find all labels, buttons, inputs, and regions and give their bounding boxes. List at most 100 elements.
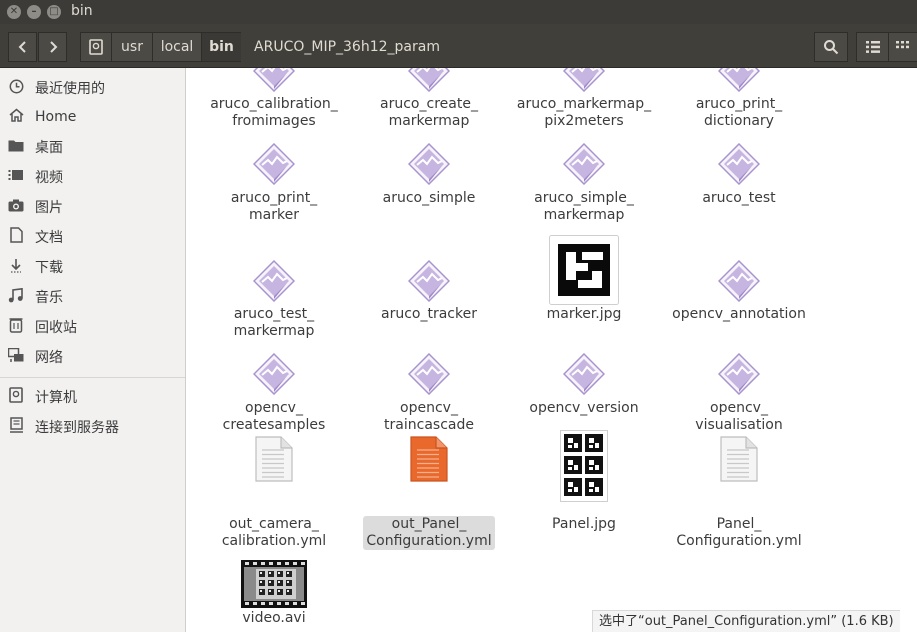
- file-name-text: aruco_tracker: [381, 306, 477, 322]
- sidebar-item-desktop[interactable]: 桌面: [0, 133, 185, 161]
- file-name: aruco_simple_ markermap: [509, 190, 659, 224]
- sidebar-item-home[interactable]: Home: [0, 103, 185, 131]
- executable-icon: [252, 142, 296, 189]
- sidebar-item-label: 回收站: [35, 320, 77, 336]
- sidebar-item-computer[interactable]: 计算机: [0, 383, 185, 411]
- breadcrumb-bin[interactable]: bin: [201, 32, 242, 62]
- file-name-text: marker.jpg: [546, 306, 622, 322]
- sidebar-item-label: Home: [35, 109, 77, 125]
- sidebar-item-label: 文档: [35, 230, 63, 246]
- maximize-window-button[interactable]: □: [47, 5, 61, 19]
- file-name: aruco_tracker: [354, 306, 504, 323]
- text-file-icon: [255, 436, 293, 486]
- toolbar: usr local bin ARUCO_MIP_36h12_param: [0, 24, 917, 68]
- video-file-icon: [241, 560, 307, 612]
- minimize-window-button[interactable]: –: [27, 5, 41, 19]
- search-icon: [824, 40, 839, 55]
- sidebar-item-label: 网络: [35, 350, 63, 366]
- file-name-text: Panel_ Configuration.yml: [676, 516, 802, 549]
- window-title: bin: [71, 3, 93, 19]
- breadcrumb-local[interactable]: local: [152, 32, 202, 62]
- file-name: aruco_calibration_ fromimages: [199, 96, 349, 130]
- executable-icon: [717, 259, 761, 306]
- executable-icon: [407, 68, 451, 96]
- sidebar-item-trash[interactable]: 回收站: [0, 313, 185, 341]
- file-name-text: opencv_ traincascade: [384, 400, 474, 433]
- file-name: opencv_annotation: [664, 306, 814, 323]
- executable-icon: [717, 68, 761, 96]
- file-name-text: aruco_print_ marker: [230, 190, 318, 223]
- chevron-left-icon: [18, 41, 26, 53]
- text-file-icon: [720, 436, 758, 486]
- file-name: aruco_markermap_ pix2meters: [509, 96, 659, 130]
- file-name-text: aruco_simple: [382, 190, 476, 206]
- file-name-text: out_Panel_ Configuration.yml: [363, 516, 495, 550]
- file-name: aruco_create_ markermap: [354, 96, 504, 130]
- file-name: opencv_ visualisation: [664, 400, 814, 434]
- file-name-text: video.avi: [242, 610, 306, 626]
- file-name-text: opencv_ createsamples: [222, 400, 326, 433]
- file-name-text: aruco_test_ markermap: [233, 306, 315, 339]
- sidebar: 最近使用的 Home 桌面 视频 图片 文档 下载 音乐 回收站 网络 计算机: [0, 68, 186, 632]
- file-name: aruco_simple: [354, 190, 504, 207]
- trash-icon: [8, 317, 24, 337]
- list-view-button[interactable]: [856, 32, 889, 62]
- file-name: aruco_test: [664, 190, 814, 207]
- sidebar-item-videos[interactable]: 视频: [0, 163, 185, 191]
- forward-button[interactable]: [38, 32, 67, 62]
- executable-icon: [717, 142, 761, 189]
- sidebar-item-label: 图片: [35, 200, 63, 216]
- sidebar-item-label: 视频: [35, 170, 63, 186]
- download-icon: [8, 258, 24, 277]
- file-name: Panel.jpg: [509, 516, 659, 533]
- back-button[interactable]: [8, 32, 37, 62]
- sidebar-item-music[interactable]: 音乐: [0, 283, 185, 311]
- server-icon: [8, 417, 24, 437]
- sidebar-separator: [0, 377, 185, 378]
- computer-icon: [8, 387, 24, 407]
- executable-icon: [252, 68, 296, 96]
- sidebar-item-network[interactable]: 网络: [0, 343, 185, 371]
- sidebar-item-pictures[interactable]: 图片: [0, 193, 185, 221]
- file-name: out_Panel_ Configuration.yml: [354, 516, 504, 550]
- breadcrumb-usr[interactable]: usr: [111, 32, 153, 62]
- executable-icon: [562, 68, 606, 96]
- sidebar-item-recent[interactable]: 最近使用的: [0, 74, 185, 102]
- executable-icon: [407, 259, 451, 306]
- file-name-text: Panel.jpg: [552, 516, 616, 532]
- file-name: opencv_version: [509, 400, 659, 417]
- folder-icon: [8, 139, 24, 156]
- file-name: opencv_ traincascade: [354, 400, 504, 434]
- video-icon: [8, 169, 24, 185]
- file-name-text: opencv_version: [529, 400, 639, 416]
- grid-view-button[interactable]: [888, 32, 917, 62]
- sidebar-item-documents[interactable]: 文档: [0, 223, 185, 251]
- disk-crumb-button[interactable]: [80, 32, 112, 62]
- file-name: aruco_print_ marker: [199, 190, 349, 224]
- file-name-text: aruco_create_ markermap: [380, 96, 478, 129]
- file-name: opencv_ createsamples: [199, 400, 349, 434]
- search-button[interactable]: [814, 32, 848, 62]
- file-name: aruco_print_ dictionary: [664, 96, 814, 130]
- file-name: Panel_ Configuration.yml: [664, 516, 814, 550]
- sidebar-item-downloads[interactable]: 下载: [0, 253, 185, 281]
- sidebar-item-connect-server[interactable]: 连接到服务器: [0, 413, 185, 441]
- close-window-button[interactable]: ✕: [7, 5, 21, 19]
- disk-icon: [89, 39, 103, 55]
- music-icon: [8, 287, 24, 307]
- file-name: marker.jpg: [509, 306, 659, 323]
- file-name: out_camera_ calibration.yml: [199, 516, 349, 550]
- sidebar-item-label: 音乐: [35, 290, 63, 306]
- executable-icon: [562, 352, 606, 399]
- breadcrumb-aruco-mip[interactable]: ARUCO_MIP_36h12_param: [241, 32, 453, 62]
- file-name: video.avi: [199, 610, 349, 627]
- file-name-text: out_camera_ calibration.yml: [221, 516, 327, 549]
- executable-icon: [407, 142, 451, 189]
- sidebar-item-label: 计算机: [35, 390, 77, 406]
- grid-view-icon: [896, 41, 909, 49]
- panel-image-icon: [560, 430, 608, 506]
- camera-icon: [8, 199, 24, 216]
- executable-icon: [562, 142, 606, 189]
- file-name-text: opencv_ visualisation: [695, 400, 783, 433]
- clock-icon: [8, 79, 24, 98]
